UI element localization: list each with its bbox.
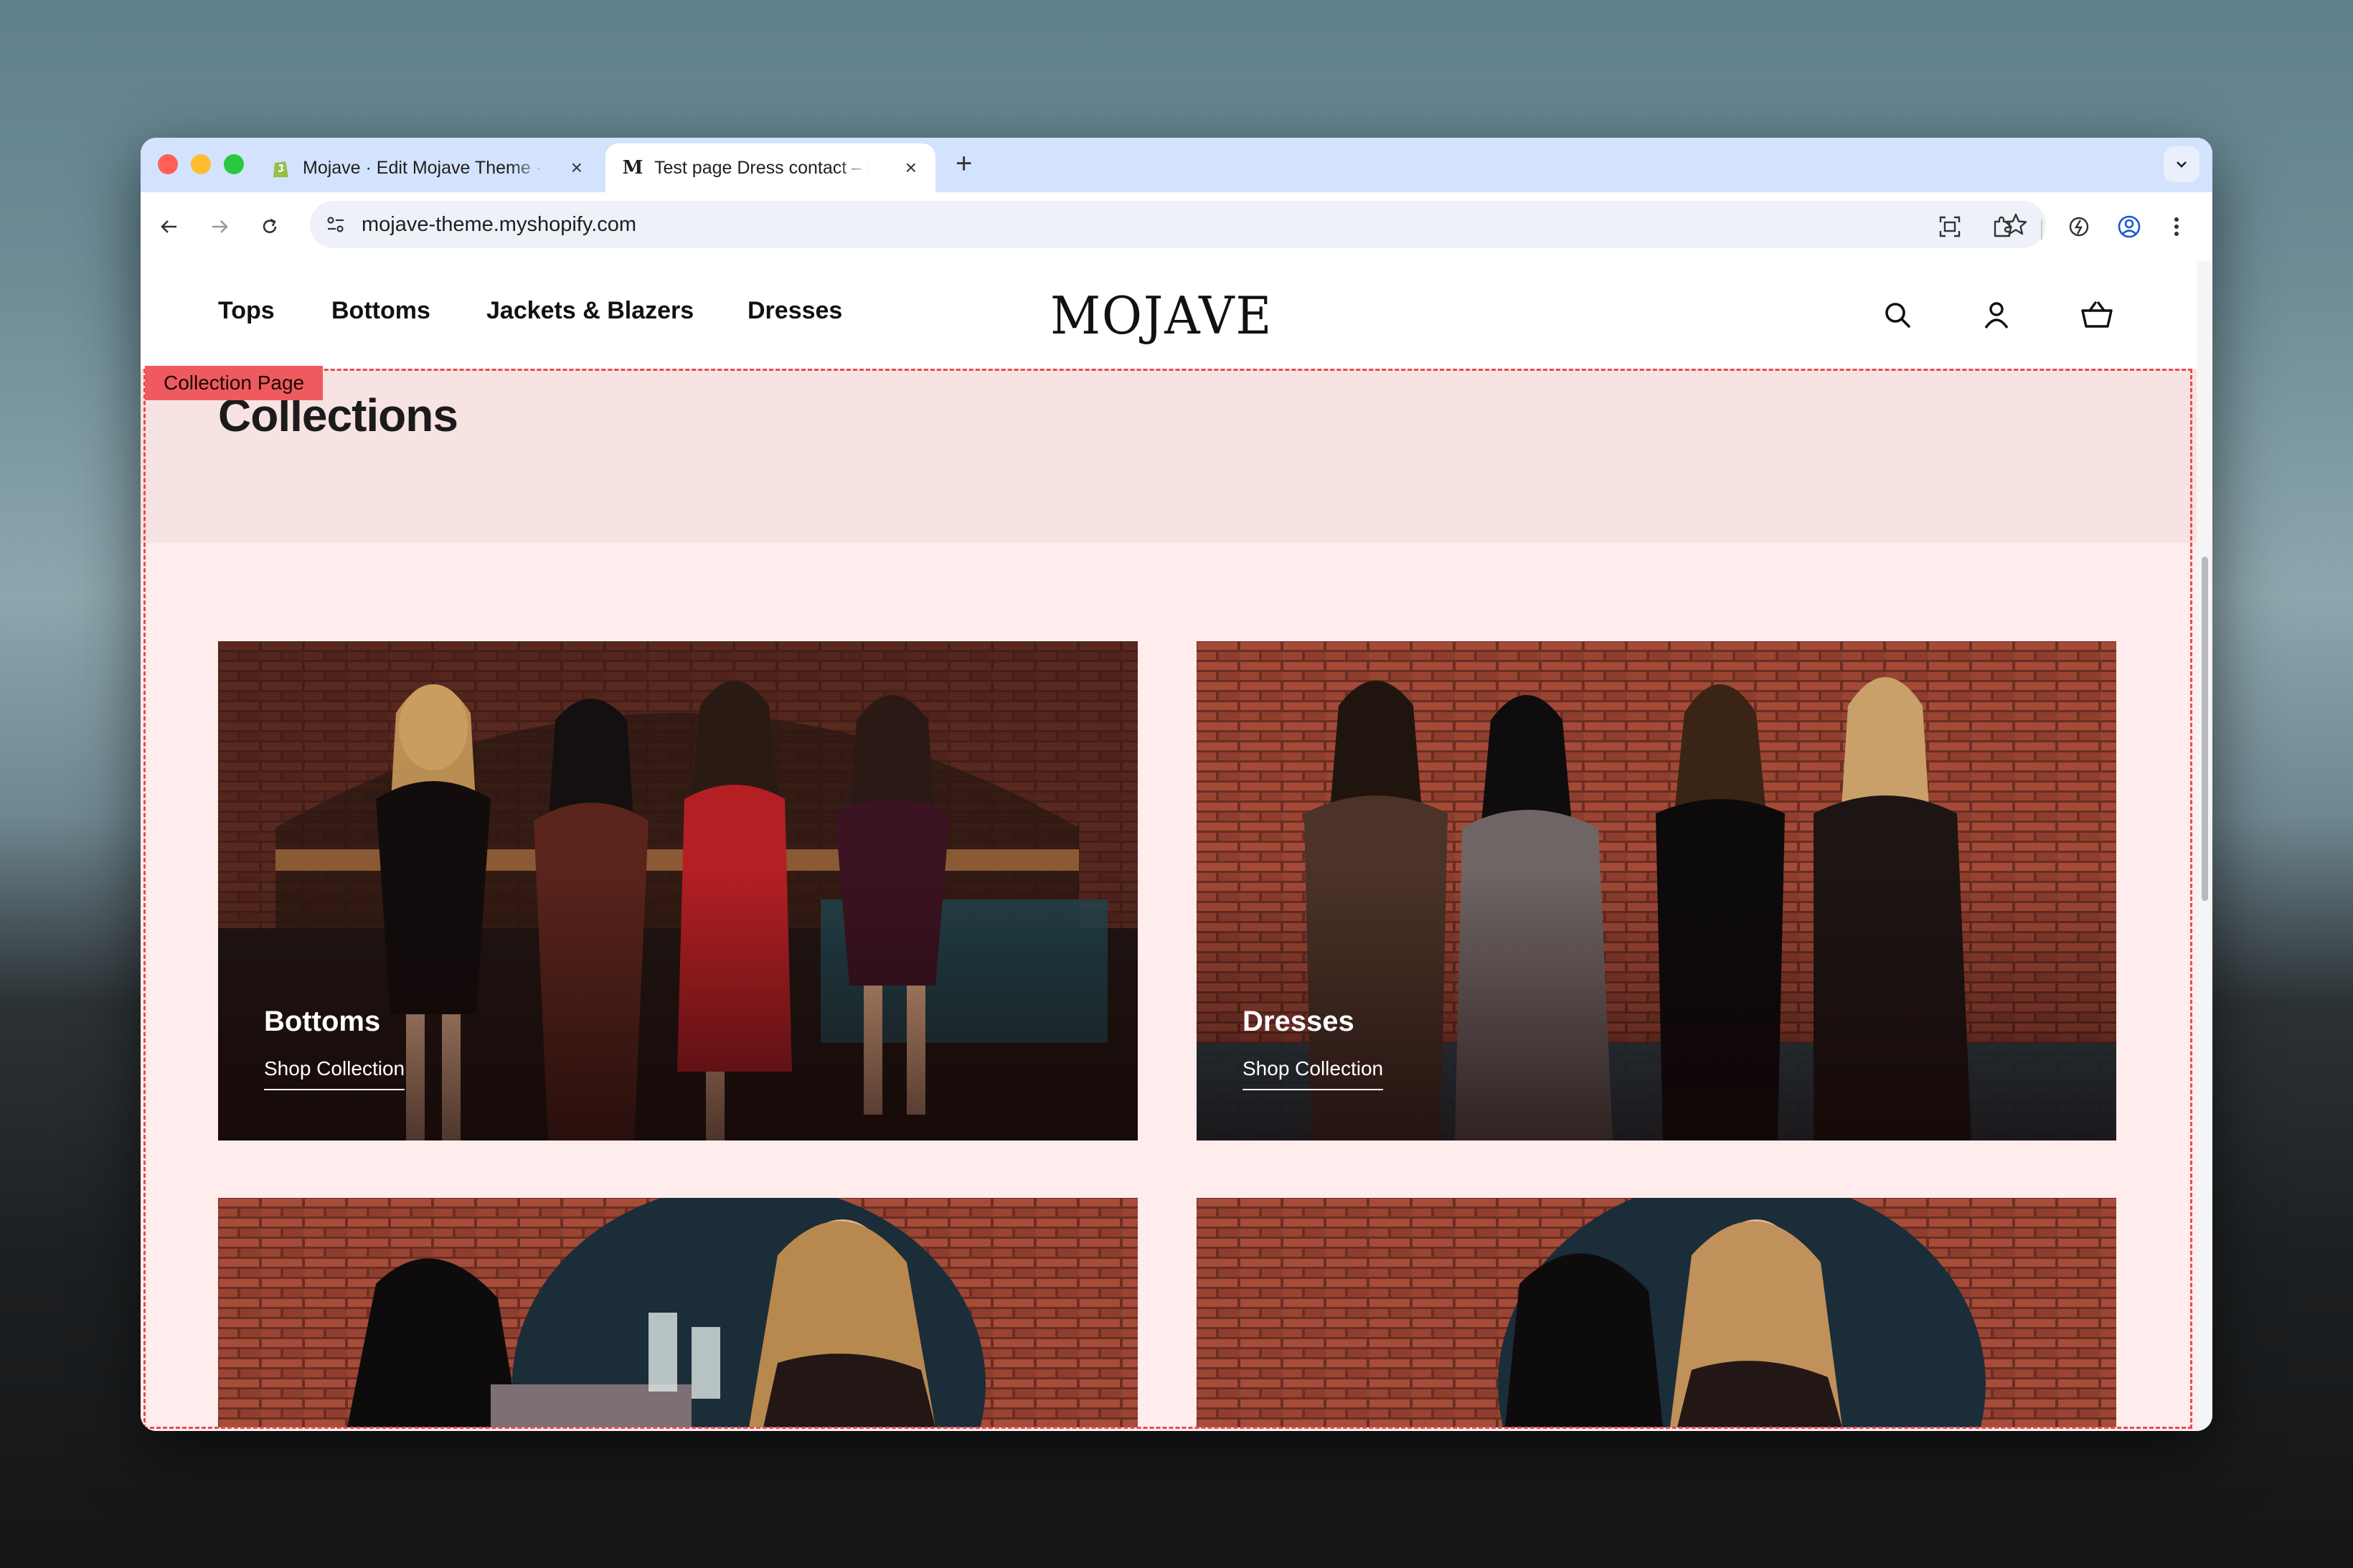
shop-collection-link[interactable]: Shop Collection bbox=[264, 1057, 405, 1090]
photo-overlay bbox=[218, 868, 1138, 1140]
url-text[interactable]: mojave-theme.myshopify.com bbox=[362, 213, 636, 237]
page-scrollbar[interactable] bbox=[2197, 261, 2212, 1431]
address-bar[interactable]: mojave-theme.myshopify.com bbox=[310, 201, 2046, 248]
collections-banner: Collections bbox=[141, 369, 2197, 543]
site-logo[interactable]: MOJAVE bbox=[1050, 285, 1273, 346]
mojave-m-icon: M bbox=[622, 157, 643, 179]
arrow-left-icon bbox=[161, 220, 176, 233]
tab-title: Test page Dress contact – Mojave bbox=[654, 157, 869, 178]
tab-shopify-editor[interactable]: Mojave · Edit Mojave Theme · Shopify × bbox=[254, 143, 601, 192]
reload-icon bbox=[263, 218, 277, 233]
nav-link-dresses[interactable]: Dresses bbox=[748, 297, 842, 325]
extensions-button[interactable] bbox=[1984, 208, 2022, 245]
collection-title[interactable]: Dresses bbox=[1242, 1006, 1354, 1038]
photo-overlay bbox=[1197, 868, 2116, 1140]
chevron-down-icon bbox=[2177, 161, 2187, 168]
collection-card-4[interactable] bbox=[1197, 1198, 2116, 1427]
tab-close-icon[interactable]: × bbox=[905, 156, 917, 179]
screenshot-icon bbox=[1939, 216, 1961, 237]
shop-collection-link[interactable]: Shop Collection bbox=[1242, 1057, 1384, 1090]
minimize-window-button[interactable] bbox=[191, 154, 211, 174]
section-editor-label[interactable]: Collection Page bbox=[145, 366, 324, 400]
web-page: Tops Bottoms Jackets & Blazers Dresses M… bbox=[141, 261, 2197, 1431]
screen-capture-button[interactable] bbox=[1931, 208, 1968, 245]
puzzle-icon bbox=[1994, 216, 2011, 237]
performance-button[interactable] bbox=[2060, 208, 2098, 245]
close-window-button[interactable] bbox=[158, 154, 178, 174]
forward-button[interactable] bbox=[201, 208, 238, 245]
browser-menu-button[interactable] bbox=[2158, 208, 2195, 245]
scrollbar-thumb[interactable] bbox=[2202, 557, 2208, 901]
account-icon[interactable] bbox=[1979, 297, 2014, 333]
browser-toolbar: mojave-theme.myshopify.com bbox=[141, 192, 2212, 262]
nav-link-bottoms[interactable]: Bottoms bbox=[331, 297, 430, 325]
new-tab-button[interactable]: + bbox=[956, 148, 972, 180]
profile-button[interactable] bbox=[2111, 208, 2148, 245]
maximize-window-button[interactable] bbox=[224, 154, 244, 174]
nav-link-tops[interactable]: Tops bbox=[218, 297, 275, 325]
tab-close-icon[interactable]: × bbox=[571, 156, 583, 179]
site-header: Tops Bottoms Jackets & Blazers Dresses M… bbox=[141, 261, 2197, 369]
speedometer-icon bbox=[2069, 217, 2089, 237]
site-settings-icon[interactable] bbox=[324, 213, 347, 240]
collection-card-bottoms[interactable]: Bottoms Shop Collection bbox=[218, 641, 1138, 1140]
nav-link-jackets-blazers[interactable]: Jackets & Blazers bbox=[486, 297, 694, 325]
collection-photo bbox=[1197, 1198, 2116, 1427]
shopify-icon bbox=[270, 156, 293, 179]
browser-window: Mojave · Edit Mojave Theme · Shopify × M… bbox=[141, 138, 2212, 1431]
search-icon[interactable] bbox=[1880, 297, 1915, 333]
more-vertical-icon bbox=[2174, 217, 2179, 236]
tab-bar: Mojave · Edit Mojave Theme · Shopify × M… bbox=[141, 138, 2212, 192]
tab-search-button[interactable] bbox=[2164, 146, 2199, 182]
account-circle-icon bbox=[2118, 215, 2141, 238]
collection-card-dresses[interactable]: Dresses Shop Collection bbox=[1197, 641, 2116, 1140]
arrow-right-icon bbox=[212, 220, 228, 233]
collection-title[interactable]: Bottoms bbox=[264, 1006, 380, 1038]
back-button[interactable] bbox=[151, 208, 188, 245]
reload-button[interactable] bbox=[251, 208, 288, 245]
tab-test-page[interactable]: M Test page Dress contact – Mojave × bbox=[605, 143, 935, 192]
tab-title: Mojave · Edit Mojave Theme · Shopify bbox=[303, 157, 547, 178]
collection-card-3[interactable] bbox=[218, 1198, 1138, 1427]
cart-basket-icon[interactable] bbox=[2079, 297, 2115, 333]
collection-photo bbox=[218, 1198, 1138, 1427]
toolbar-separator bbox=[2041, 219, 2042, 240]
